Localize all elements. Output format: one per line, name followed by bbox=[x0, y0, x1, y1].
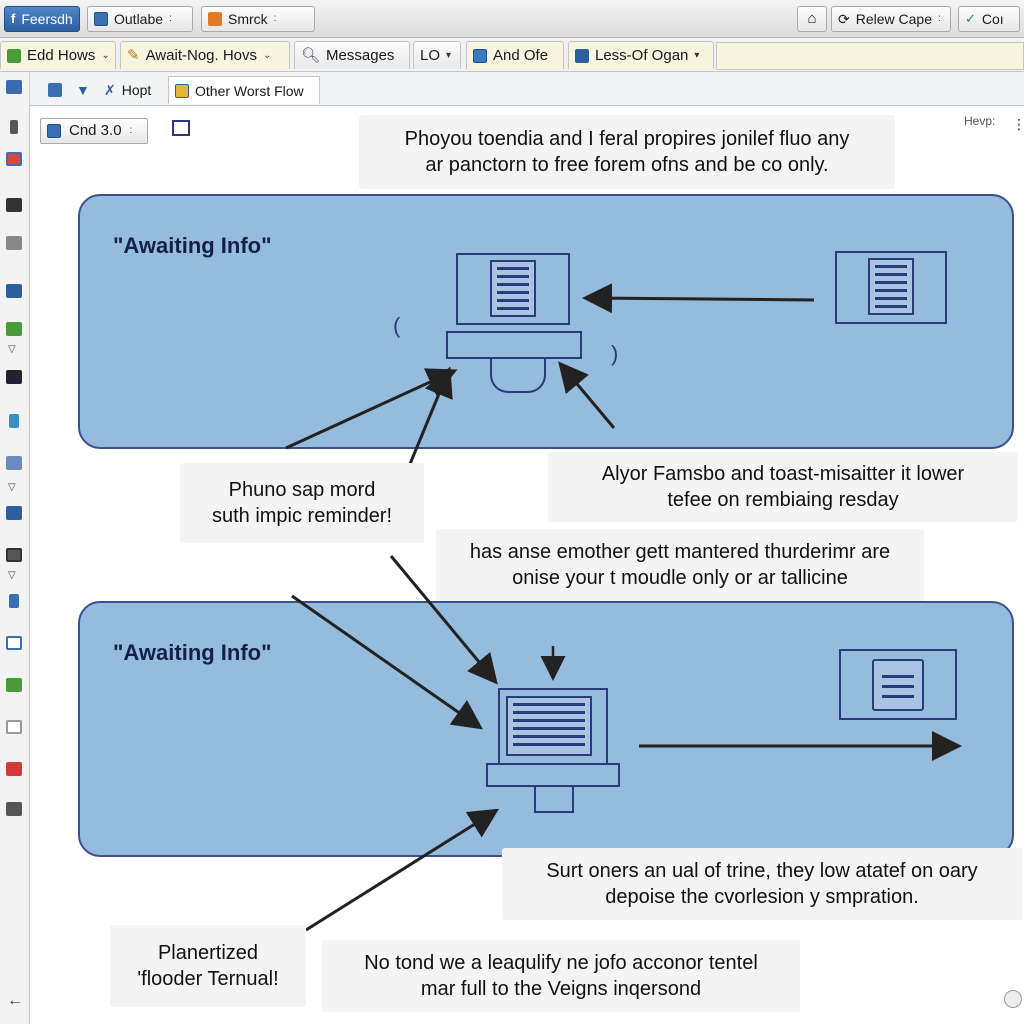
note-mid-left: Phuno sap mord suth impic reminder! bbox=[180, 463, 424, 543]
arrow-bottom-to-monitor bbox=[305, 808, 500, 932]
note-bottom-center: No tond we a leaqulify ne jofo acconor t… bbox=[322, 940, 800, 1012]
arrow-doc2-to-doc1 bbox=[582, 283, 815, 314]
note-center: has anse emother gett mantered thurderim… bbox=[436, 529, 924, 601]
note-bottom-right: Surt oners an ual of trine, they low ata… bbox=[502, 848, 1022, 920]
note-bottom-left: Planertized 'flooder Ternual! bbox=[110, 925, 306, 1007]
arrow-up-to-tray bbox=[408, 366, 453, 465]
arrow-left-to-monitor bbox=[291, 594, 483, 730]
note-mid-right: Alyor Famsbo and toast-misaitter it lowe… bbox=[548, 452, 1018, 522]
arrow-note-right-to-stand bbox=[558, 361, 616, 429]
corner-button[interactable] bbox=[1004, 990, 1022, 1008]
arrow-note-to-tray bbox=[285, 368, 458, 450]
